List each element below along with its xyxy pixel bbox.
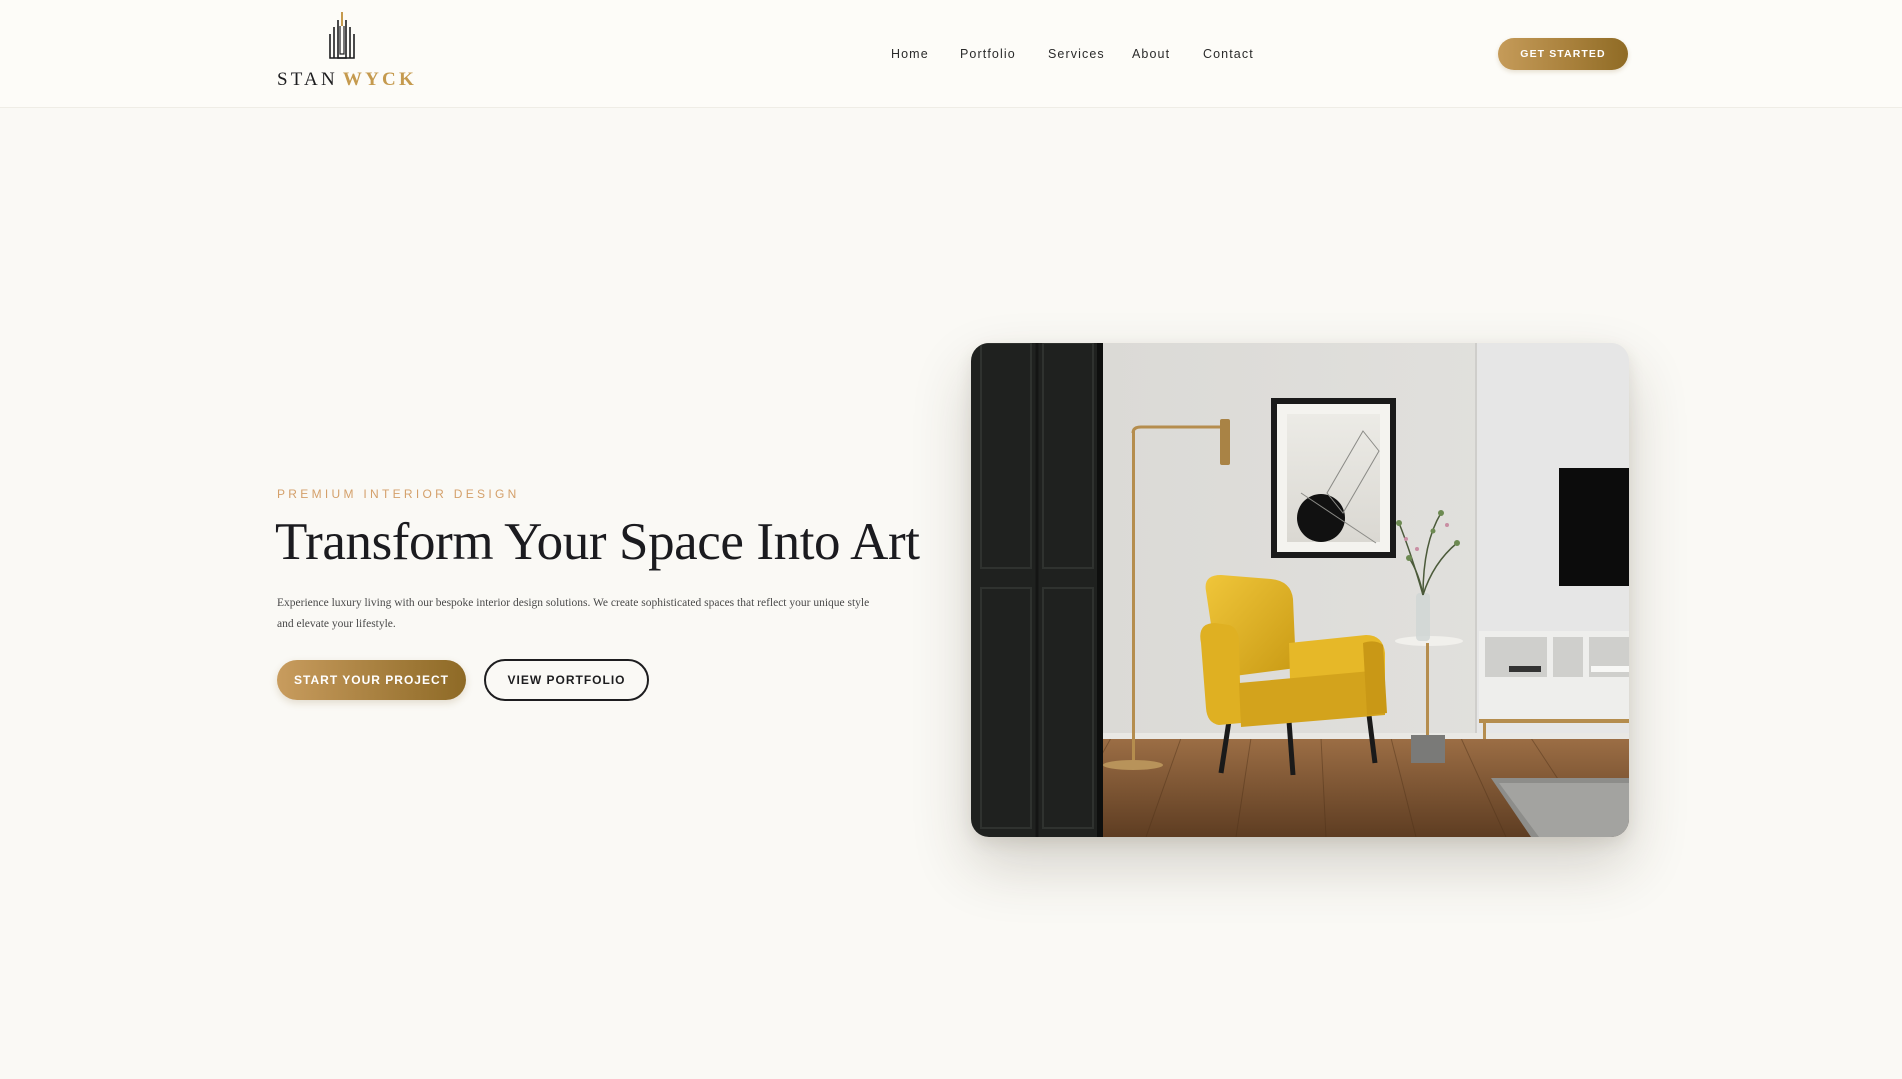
brand-logo[interactable]: STAN WYCK [277,12,414,92]
nav-item-contact[interactable]: Contact [1203,47,1254,61]
hero-eyebrow: PREMIUM INTERIOR DESIGN [277,487,520,501]
nav-item-services[interactable]: Services [1048,47,1105,61]
get-started-button[interactable]: GET STARTED [1498,38,1628,70]
hero-title: Transform Your Space Into Art [275,513,920,571]
start-project-button[interactable]: START YOUR PROJECT [277,660,466,700]
brand-wordmark-part2: WYCK [342,69,417,90]
nav-item-about[interactable]: About [1132,47,1170,61]
brand-wordmark: STAN WYCK [277,69,417,91]
view-portfolio-button[interactable]: VIEW PORTFOLIO [484,659,649,701]
nav-item-portfolio[interactable]: Portfolio [960,47,1016,61]
nav-item-home[interactable]: Home [891,47,929,61]
brand-wordmark-part1: STAN [277,69,338,90]
building-logo-icon [329,12,355,59]
site-header: STAN WYCK Home Portfolio Services About C… [0,0,1902,108]
hero-image [971,343,1629,837]
hero-description: Experience luxury living with our bespok… [277,597,870,630]
